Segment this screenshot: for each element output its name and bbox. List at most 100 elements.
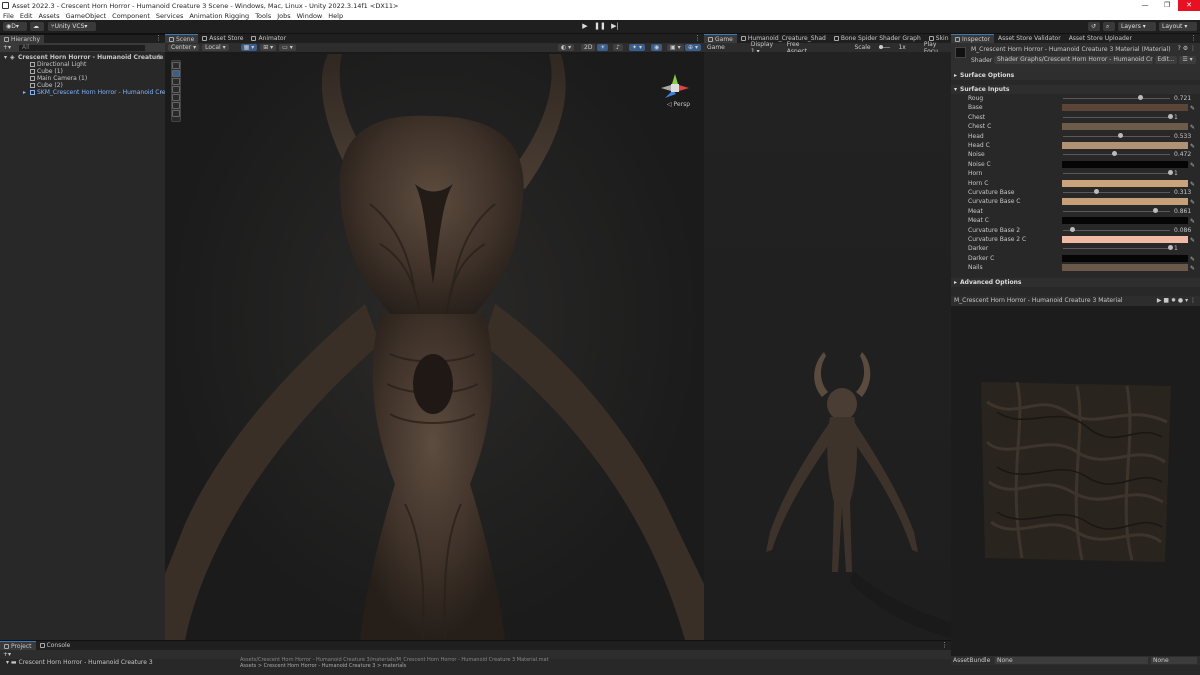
property-slider[interactable]	[1063, 113, 1173, 119]
color-swatch[interactable]	[1062, 236, 1188, 243]
property-row[interactable]: Curvature Base 2 C ✎	[951, 235, 1200, 244]
hand-tool-icon[interactable]	[172, 62, 180, 69]
tab-bone-spider-shader-graph[interactable]: Bone Spider Shader Graph	[830, 34, 925, 43]
property-value[interactable]: 1	[1174, 244, 1178, 253]
add-icon[interactable]: +▾	[3, 44, 11, 51]
property-row[interactable]: Base ✎	[951, 103, 1200, 112]
pause-button[interactable]: ❚❚	[594, 22, 606, 31]
audio-toggle[interactable]: ♪	[613, 44, 623, 51]
property-slider[interactable]	[1063, 245, 1173, 251]
move-tool-icon[interactable]	[172, 70, 180, 77]
menu-services[interactable]: Services	[156, 12, 183, 20]
menu-help[interactable]: Help	[328, 12, 343, 20]
slider-knob[interactable]	[1168, 170, 1173, 176]
property-value[interactable]: 0.313	[1174, 188, 1191, 197]
color-swatch[interactable]	[1062, 254, 1188, 262]
color-swatch[interactable]	[1062, 142, 1188, 149]
property-row[interactable]: Horn C ✎	[951, 179, 1200, 188]
eyedropper-icon[interactable]: ✎	[1190, 264, 1195, 273]
scale-tool-icon[interactable]	[172, 86, 180, 93]
edit-shader-button[interactable]: Edit...	[1155, 56, 1177, 64]
property-row[interactable]: Chest 1	[951, 113, 1200, 122]
project-favorite-item[interactable]: ▾ ▬ Crescent Horn Horror - Humanoid Crea…	[6, 659, 153, 666]
tab-asset-store-uploader[interactable]: Asset Store Uploader	[1065, 34, 1136, 43]
shader-dropdown[interactable]: Shader Graphs/Crescent Horn Horror - Hum…	[994, 56, 1153, 64]
tab-game[interactable]: Game	[704, 34, 737, 43]
property-row[interactable]: Meat C ✎	[951, 216, 1200, 225]
hierarchy-search-input[interactable]: All	[19, 44, 146, 51]
slider-knob[interactable]	[1138, 95, 1144, 100]
property-row[interactable]: Curvature Base 0.313	[951, 188, 1200, 197]
play-button[interactable]: ▶	[579, 22, 591, 31]
slider-knob[interactable]	[1070, 226, 1076, 232]
gizmos-dropdown[interactable]: ⊕ ▾	[685, 44, 701, 51]
expand-arrow-icon[interactable]: ▾	[4, 54, 7, 61]
layout-dropdown[interactable]: Layout ▾	[1159, 22, 1197, 31]
header-icons[interactable]: ? ⚙ ⋮	[1178, 45, 1196, 52]
tab-hierarchy[interactable]: Hierarchy	[0, 34, 45, 43]
property-value[interactable]: 0.861	[1174, 207, 1191, 216]
property-row[interactable]: Roug 0.721	[951, 94, 1200, 103]
property-row[interactable]: Darker C ✎	[951, 254, 1200, 263]
menu-gameobject[interactable]: GameObject	[66, 12, 107, 20]
assetbundle-dropdown[interactable]: None	[995, 657, 1148, 664]
rect-tool-icon[interactable]	[172, 94, 180, 101]
property-row[interactable]: Horn 1	[951, 169, 1200, 178]
property-slider[interactable]	[1063, 151, 1170, 157]
custom-tool-icon[interactable]	[172, 110, 180, 117]
slider-knob[interactable]	[1168, 113, 1173, 119]
tab-console[interactable]: Console	[36, 641, 75, 650]
space-dropdown[interactable]: Local ▾	[202, 44, 229, 51]
rotate-tool-icon[interactable]	[172, 78, 180, 85]
menu-assets[interactable]: Assets	[38, 12, 59, 20]
property-slider[interactable]	[1063, 170, 1173, 176]
property-value[interactable]: 0.533	[1174, 132, 1191, 141]
color-swatch[interactable]	[1062, 123, 1188, 131]
texture-preview-quad[interactable]	[977, 382, 1171, 562]
draw-mode-dropdown[interactable]: ◐ ▾	[558, 44, 575, 51]
advanced-options-foldout[interactable]: Advanced Options	[951, 278, 1200, 287]
property-value[interactable]: 1	[1174, 113, 1178, 122]
hierarchy-item-directional-light[interactable]: Directional Light	[0, 61, 165, 68]
hierarchy-item-skm[interactable]: ▸ SKM_Crescent Horn Horror - Humanoid Cr…	[0, 89, 172, 96]
assetbundle-variant-dropdown[interactable]: None	[1151, 657, 1197, 664]
game-viewport[interactable]	[704, 52, 951, 640]
stop-icon[interactable]: ■	[1163, 297, 1169, 304]
property-row[interactable]: Head 0.533	[951, 132, 1200, 141]
color-swatch[interactable]	[1062, 104, 1188, 112]
light-icon[interactable]: ✹	[1171, 297, 1176, 304]
panel-menu-icon[interactable]: ⋮	[694, 34, 701, 42]
property-value[interactable]: 0.086	[1174, 226, 1191, 235]
scene-viewport[interactable]: ◁ Persp	[165, 54, 704, 640]
panel-menu-icon[interactable]: ⋮	[941, 641, 948, 649]
tab-scene[interactable]: Scene	[165, 34, 199, 43]
scene-root-row[interactable]: ▾ ◈ Crescent Horn Horror - Humanoid Crea…	[0, 54, 169, 61]
layers-dropdown[interactable]: Layers ▾	[1118, 22, 1156, 31]
property-row[interactable]: Noise 0.472	[951, 150, 1200, 159]
grid-snap-button[interactable]: ▦ ▾	[240, 44, 258, 51]
play-icon[interactable]: ▶	[1157, 297, 1162, 304]
menu-jobs[interactable]: Jobs	[277, 12, 290, 20]
cloud-button[interactable]: ☁	[30, 22, 44, 31]
slider-knob[interactable]	[1118, 132, 1124, 138]
more-icon[interactable]: ⋮	[1190, 45, 1196, 52]
property-value[interactable]: 0.721	[1174, 94, 1191, 103]
color-swatch[interactable]	[1062, 264, 1188, 272]
sphere-icon[interactable]: ●	[1178, 297, 1183, 304]
history-button[interactable]: ↺	[1088, 22, 1100, 31]
menu-file[interactable]: File	[3, 12, 14, 20]
panel-menu-icon[interactable]: ⋮	[155, 34, 162, 42]
property-slider[interactable]	[1063, 95, 1170, 100]
property-row[interactable]: Curvature Base 2 0.086	[951, 226, 1200, 235]
hidden-objects-toggle[interactable]: ◉	[651, 44, 663, 51]
property-slider[interactable]	[1063, 226, 1170, 232]
close-button[interactable]: ✕	[1178, 0, 1200, 11]
help-icon[interactable]: ?	[1178, 45, 1181, 52]
toolbar-extra-button[interactable]: ▭ ▾	[279, 44, 296, 51]
property-value[interactable]: 0.472	[1174, 150, 1191, 159]
project-breadcrumb[interactable]: Assets > Crescent Horn Horror - Humanoid…	[240, 663, 406, 669]
preview-controls[interactable]: ▶ ■ ✹ ● ▾ ⋮	[1157, 296, 1196, 306]
hierarchy-item-cube-2[interactable]: Cube (2)	[0, 82, 165, 89]
chevron-right-icon[interactable]: ›	[160, 89, 162, 96]
slider-knob[interactable]	[1094, 189, 1100, 194]
